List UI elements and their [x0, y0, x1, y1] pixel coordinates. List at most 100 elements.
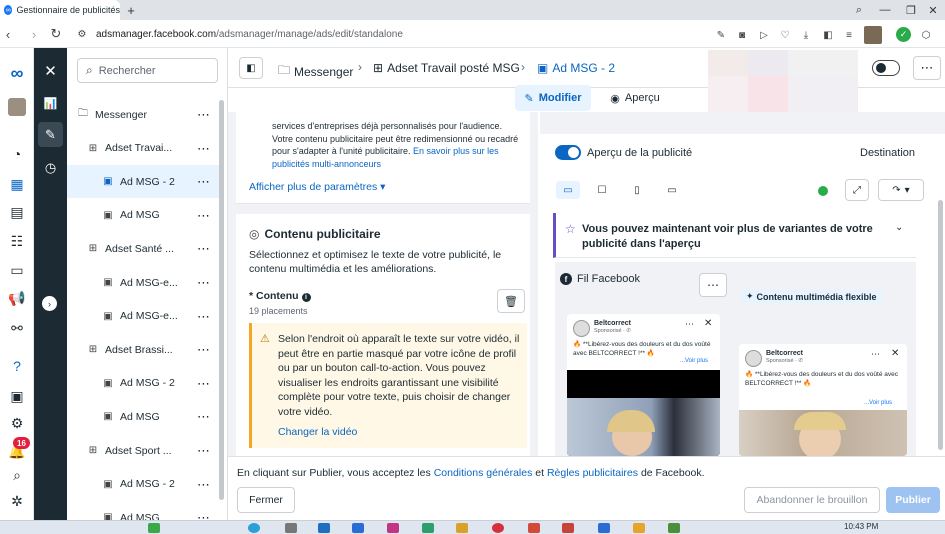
- desktop-view-icon[interactable]: ▭: [556, 181, 580, 199]
- opera-icon[interactable]: [492, 523, 504, 533]
- edit-icon[interactable]: ✎: [714, 28, 728, 42]
- toggle-panel-button[interactable]: ◧: [239, 57, 263, 79]
- breadcrumb-adset[interactable]: ⊞ Adset Travail posté MSG: [373, 61, 520, 75]
- store-icon[interactable]: [318, 523, 330, 533]
- files-icon[interactable]: [456, 523, 468, 533]
- meta-logo-icon[interactable]: ∞: [5, 62, 29, 84]
- tree-item-adset[interactable]: ⊞ Adset Sport ... ⋯: [67, 434, 219, 467]
- help-icon[interactable]: ?: [5, 355, 29, 377]
- tree-item-more-icon[interactable]: ⋯: [197, 107, 211, 123]
- recycle-icon[interactable]: [148, 523, 160, 533]
- minimize-icon[interactable]: —: [872, 0, 898, 20]
- reload-icon[interactable]: ↻: [48, 26, 64, 42]
- tree-item-more-icon[interactable]: ⋯: [197, 309, 211, 325]
- sheets-icon[interactable]: [422, 523, 434, 533]
- edit-mode-button[interactable]: ✎ Modifier: [515, 85, 591, 111]
- info-icon[interactable]: i: [301, 293, 311, 302]
- excel-icon[interactable]: [668, 523, 680, 533]
- tree-item-more-icon[interactable]: ⋯: [197, 443, 211, 459]
- tree-item-more-icon[interactable]: ⋯: [197, 141, 211, 157]
- tree-item-ad[interactable]: ▣ Ad MSG ⋯: [67, 400, 219, 433]
- tree-item-more-icon[interactable]: ⋯: [197, 275, 211, 291]
- edge-icon[interactable]: [248, 523, 260, 533]
- more-options-button[interactable]: ⋯: [913, 56, 941, 80]
- destination-tab[interactable]: Destination: [860, 147, 915, 159]
- breadcrumb-campaign[interactable]: 🗀 Messenger: [278, 61, 353, 82]
- ad-more-icon[interactable]: ⋯: [871, 349, 881, 360]
- menu-icon[interactable]: ≡: [842, 28, 856, 42]
- terms-link[interactable]: Conditions générales: [434, 467, 533, 479]
- change-video-link[interactable]: Changer la vidéo: [278, 426, 357, 438]
- forward-icon[interactable]: ›: [26, 26, 42, 42]
- pencil-icon[interactable]: ✎: [38, 122, 63, 147]
- mobile-view-icon[interactable]: ▯: [625, 181, 649, 199]
- url-field[interactable]: adsmanager.facebook.com/adsmanager/manag…: [96, 29, 403, 40]
- dark-mode-toggle[interactable]: [872, 60, 900, 76]
- extension-cube-icon[interactable]: ⬡: [919, 28, 933, 42]
- ad-preview-card[interactable]: Beltcorrect Sponsorisé · ✆ ⋯ ✕ 🔥 **Libér…: [567, 314, 720, 456]
- ad-preview-toggle[interactable]: [555, 145, 581, 160]
- reports-icon[interactable]: ▣: [5, 385, 29, 407]
- editor-scrollbar[interactable]: [219, 100, 224, 500]
- ads-manager-table-icon[interactable]: ▦: [5, 173, 29, 195]
- placement-more-button[interactable]: ⋯: [699, 273, 727, 297]
- ad-more-icon[interactable]: ⋯: [685, 319, 695, 330]
- chart-icon[interactable]: 📊: [38, 91, 63, 116]
- account-avatar[interactable]: [5, 96, 29, 118]
- tree-item-more-icon[interactable]: ⋯: [197, 174, 211, 190]
- tree-item-ad[interactable]: ▣ Ad MSG-e... ⋯: [67, 300, 219, 333]
- ad-close-icon[interactable]: ✕: [891, 348, 899, 359]
- extension-check-icon[interactable]: ✓: [896, 27, 911, 42]
- bug-report-icon[interactable]: ✲: [5, 490, 29, 512]
- tree-item-ad[interactable]: ▣ Ad MSG - 2 ⋯: [67, 367, 219, 400]
- campaign-megaphone-icon[interactable]: 📢: [5, 287, 29, 309]
- settings-icon[interactable]: ⚙: [5, 412, 29, 434]
- tree-item-more-icon[interactable]: ⋯: [197, 208, 211, 224]
- tree-item-ad[interactable]: ▣ Ad MSG - 2 ⋯: [67, 165, 219, 199]
- instagram-icon[interactable]: [387, 523, 399, 533]
- tree-item-adset[interactable]: ⊞ Adset Brassi... ⋯: [67, 333, 219, 366]
- close-button[interactable]: Fermer: [237, 487, 295, 513]
- dashboard-icon[interactable]: ◔: [5, 143, 29, 165]
- tree-item-ad[interactable]: ▣ Ad MSG - 2 ⋯: [67, 468, 219, 501]
- preview-mode-button[interactable]: ◉ Aperçu: [600, 85, 670, 111]
- tree-item-campaign[interactable]: 🗀 Messenger ⋯: [67, 98, 219, 131]
- site-info-icon[interactable]: ⚙: [74, 26, 90, 42]
- show-more-params-link[interactable]: Afficher plus de paramètres ▾: [249, 181, 385, 193]
- profile-avatar[interactable]: [864, 26, 882, 44]
- close-editor-icon[interactable]: ✕: [38, 58, 63, 83]
- ad-preview-card[interactable]: Beltcorrect Sponsorisé · ✆ ⋯ ✕ 🔥 **Libér…: [739, 344, 907, 456]
- publish-button[interactable]: Publier: [886, 487, 940, 513]
- tree-item-adset[interactable]: ⊞ Adset Travai... ⋯: [67, 132, 219, 165]
- heart-icon[interactable]: ♡: [778, 28, 792, 42]
- browser-tab[interactable]: ∞ Gestionnaire de publicités: [0, 0, 120, 20]
- tree-item-adset[interactable]: ⊞ Adset Santé ... ⋯: [67, 232, 219, 265]
- ad-close-icon[interactable]: ✕: [704, 318, 712, 329]
- pages-icon[interactable]: ▤: [5, 201, 29, 223]
- breadcrumb-ad[interactable]: ▣ Ad MSG - 2: [537, 61, 615, 75]
- expand-panel-icon[interactable]: ›: [42, 296, 57, 311]
- ad-see-more[interactable]: ...Voir plus: [680, 358, 708, 364]
- share-preview-button[interactable]: ↷ ▾: [878, 179, 924, 201]
- discard-draft-button[interactable]: Abandonner le brouillon: [744, 487, 880, 513]
- acrobat-icon[interactable]: [528, 523, 540, 533]
- back-icon[interactable]: ‹: [0, 26, 16, 42]
- search-input[interactable]: ⌕ Rechercher: [77, 58, 218, 83]
- tree-item-more-icon[interactable]: ⋯: [197, 477, 211, 493]
- audiences-icon[interactable]: ☷: [5, 230, 29, 252]
- expand-preview-button[interactable]: ⤢: [845, 179, 869, 201]
- ad-policies-link[interactable]: Règles publicitaires: [547, 467, 638, 479]
- play-icon[interactable]: ▷: [757, 28, 771, 42]
- preview-scrollbar[interactable]: [938, 200, 943, 450]
- delete-content-button[interactable]: 🗑: [497, 289, 525, 313]
- ad-see-more[interactable]: ...Voir plus: [864, 400, 892, 406]
- taskbar-app-icon[interactable]: [285, 523, 297, 533]
- sidebar-icon[interactable]: ◧: [821, 28, 835, 42]
- tree-item-ad[interactable]: ▣ Ad MSG-e... ⋯: [67, 266, 219, 299]
- search-rail-icon[interactable]: ⌕: [5, 464, 29, 486]
- tree-item-more-icon[interactable]: ⋯: [197, 342, 211, 358]
- powerpoint-icon[interactable]: [562, 523, 574, 533]
- square-view-icon[interactable]: ☐: [590, 181, 614, 199]
- tree-item-more-icon[interactable]: ⋯: [197, 241, 211, 257]
- mail-icon[interactable]: [352, 523, 364, 533]
